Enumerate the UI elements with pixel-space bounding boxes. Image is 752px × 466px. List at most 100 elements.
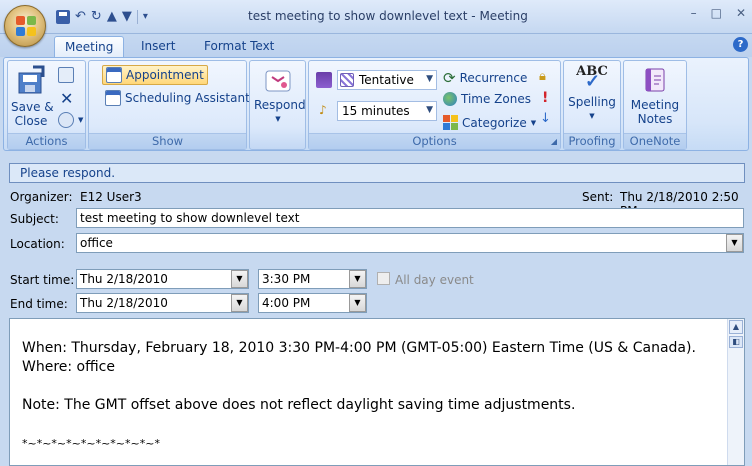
categorize-button[interactable]: Categorize ▼ [443,115,536,130]
body-text: When: Thursday, February 18, 2010 3:30 P… [22,339,696,453]
spelling-label: Spelling [568,95,616,109]
spelling-abc-icon: ABC ✓ [576,64,608,92]
end-date-dropdown-button[interactable]: ▼ [231,294,248,312]
location-value: office [80,236,113,250]
categorize-label: Categorize [462,115,527,130]
organizer-value: E12 User3 [80,190,142,204]
start-date-dropdown-button[interactable]: ▼ [231,270,248,288]
vertical-scrollbar[interactable]: ▲ ◧ [727,319,744,465]
end-time-dropdown-button[interactable]: ▼ [349,294,366,312]
save-icon[interactable] [56,10,70,24]
group-respond: Respond ▼ [249,60,306,150]
ribbon-tabs: Meeting Insert Format Text ? [0,34,752,58]
down-arrow-icon[interactable]: ▼ [122,9,132,25]
end-time-label: End time: [10,297,68,311]
undo-icon[interactable]: ↶ [75,9,86,25]
office-button[interactable] [4,5,46,47]
options-group-label: Options [309,133,560,149]
show-as-icon [316,72,332,88]
sent-label: Sent: [582,190,614,204]
respond-icon [265,70,291,92]
scheduling-assistant-button[interactable]: Scheduling Assistant [105,90,250,106]
tab-meeting[interactable]: Meeting [54,36,125,58]
scroll-view-icon[interactable]: ◧ [729,336,743,348]
low-importance-icon[interactable]: ↓ [540,111,551,126]
end-time-value: 4:00 PM [262,296,311,310]
office-logo-icon [16,16,36,36]
help-icon[interactable]: ? [733,37,748,52]
group-options: Tentative ▼ ♪ 15 minutes ▼ ⟳ Recurrence … [308,60,561,150]
time-zones-label: Time Zones [461,92,531,106]
reminder-select[interactable]: 15 minutes ▼ [337,101,437,121]
start-time-dropdown-button[interactable]: ▼ [349,270,366,288]
body-blank-line [22,415,696,434]
appointment-button[interactable]: Appointment [102,65,208,85]
maximize-icon[interactable]: □ [711,6,722,20]
scheduling-label: Scheduling Assistant [125,91,250,105]
chevron-down-icon: ▼ [275,115,281,123]
info-bar[interactable]: Please respond. [9,163,745,183]
chevron-down-icon: ▼ [78,116,84,124]
move-to-folder-button[interactable]: ▼ [58,112,83,128]
end-time-field[interactable]: 4:00 PM ▼ [258,293,367,313]
meeting-notes-label: Meeting Notes [630,98,680,126]
save-close-button[interactable]: Save & Close [11,65,54,128]
recurrence-button[interactable]: ⟳ Recurrence [443,69,527,87]
time-zones-button[interactable]: Time Zones [443,92,531,106]
start-date-value: Thu 2/18/2010 [80,272,168,286]
end-date-field[interactable]: Thu 2/18/2010 ▼ [76,293,249,313]
body-where-line: Where: office [22,359,115,375]
proofing-group-label: Proofing [564,133,620,149]
body-separator-line: *~*~*~*~*~*~*~*~*~* [22,437,160,450]
redo-icon[interactable]: ↻ [91,9,102,25]
all-day-label: All day event [395,273,474,287]
minimize-icon[interactable]: – [691,6,697,20]
meeting-notes-button[interactable]: Meeting Notes [626,65,684,126]
onenote-group-label: OneNote [624,133,686,149]
start-time-value: 3:30 PM [262,272,311,286]
tab-insert[interactable]: Insert [131,36,185,58]
all-day-checkbox[interactable] [377,272,390,285]
group-actions: Save & Close ✕ ▼ Actions [7,60,86,150]
actions-group-label: Actions [8,133,85,149]
address-check-button[interactable] [58,67,74,83]
private-lock-icon[interactable]: 🔒︎ [539,69,546,84]
tab-format-text[interactable]: Format Text [194,36,284,58]
show-group-label: Show [89,133,246,149]
save-close-label: Save & Close [11,100,54,128]
subject-label: Subject: [10,212,59,226]
chevron-down-icon: ▼ [426,74,433,84]
message-body[interactable]: When: Thursday, February 18, 2010 3:30 P… [9,318,745,466]
scroll-up-icon[interactable]: ▲ [729,320,743,334]
ribbon: Save & Close ✕ ▼ Actions Appointment Sch… [3,57,749,151]
recurrence-icon: ⟳ [443,69,456,87]
spelling-button[interactable]: ABC ✓ Spelling ▼ [567,65,617,123]
high-importance-icon[interactable]: ! [542,90,548,106]
dialog-launcher-icon[interactable]: ◢ [551,137,557,146]
onenote-icon [645,68,665,92]
delete-button[interactable]: ✕ [60,89,73,108]
location-label: Location: [10,237,65,251]
respond-button[interactable]: Respond ▼ [254,65,306,126]
respond-label: Respond [254,98,306,112]
save-close-icon [18,65,45,94]
start-time-label: Start time: [10,273,75,287]
body-note-line: Note: The GMT offset above does not refl… [22,397,576,413]
start-time-field[interactable]: 3:30 PM ▼ [258,269,367,289]
globe-icon [443,92,457,106]
group-onenote: Meeting Notes OneNote [623,60,687,150]
customize-icon[interactable]: ▾ [143,9,148,25]
move-icon [58,112,74,128]
close-icon[interactable]: ✕ [736,6,746,20]
up-arrow-icon[interactable]: ▲ [107,9,117,25]
location-field[interactable]: office ▼ [76,233,744,253]
subject-field[interactable]: test meeting to show downlevel text [76,208,744,228]
recurrence-label: Recurrence [459,71,528,85]
show-as-select[interactable]: Tentative ▼ [337,70,437,90]
location-dropdown-button[interactable]: ▼ [726,234,743,252]
quick-access-toolbar: ↶ ↻ ▲ ▼ ▾ [56,8,148,26]
start-date-field[interactable]: Thu 2/18/2010 ▼ [76,269,249,289]
group-show: Appointment Scheduling Assistant Show [88,60,250,150]
end-date-value: Thu 2/18/2010 [80,296,168,310]
reminder-value: 15 minutes [342,104,410,118]
